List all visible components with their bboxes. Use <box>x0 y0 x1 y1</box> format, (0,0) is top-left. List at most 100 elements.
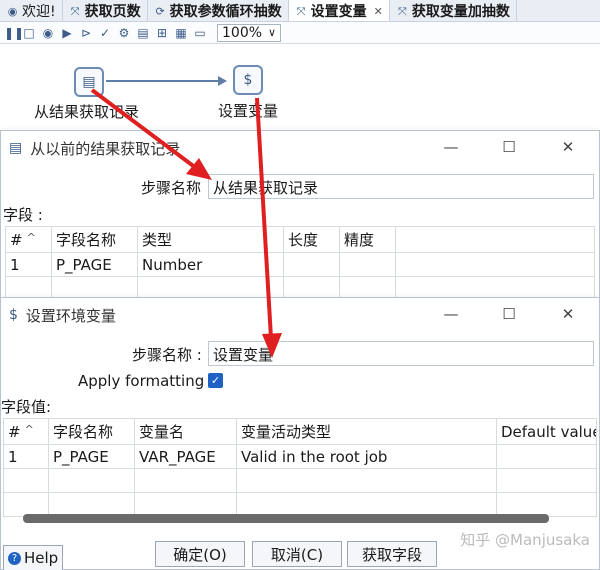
table-row[interactable]: 1 P_PAGE Number <box>5 252 595 277</box>
step-name-input[interactable]: 设置变量 <box>208 341 594 366</box>
tab-get-variables[interactable]: ⤧ 获取变量加抽数 <box>390 0 517 21</box>
step-name-label: 步骤名称 : <box>132 346 202 364</box>
ok-button[interactable]: 确定(O) <box>155 541 245 567</box>
minimize-icon[interactable]: — <box>441 138 461 156</box>
field-values-table: # ^ 字段名称 变量名 变量活动类型 Default value 1 P_PAG… <box>3 418 597 517</box>
grid-icon[interactable]: ▦ <box>175 26 187 40</box>
table-cell <box>395 252 595 277</box>
chevron-down-icon: ∨ <box>268 26 277 39</box>
column-header[interactable]: Default value <box>496 418 597 445</box>
table-row[interactable] <box>3 492 597 517</box>
minimize-icon[interactable]: — <box>441 305 461 323</box>
pause-icon[interactable]: ❚❚ <box>4 26 24 40</box>
column-header[interactable]: # ^ <box>5 226 52 253</box>
transformation-icon: ⤧ <box>296 4 306 18</box>
table-cell[interactable]: 1 <box>5 252 52 277</box>
replay-icon[interactable]: ⊳ <box>80 26 92 40</box>
dialog-title: 设置环境变量 <box>25 306 116 325</box>
table-icon: ▤ <box>9 140 23 156</box>
table-cell[interactable]: 1 <box>3 444 49 469</box>
dialog-title: 从以前的结果获取记录 <box>30 139 181 158</box>
table-cell[interactable]: P_PAGE <box>48 444 135 469</box>
table-cell[interactable] <box>3 492 49 517</box>
tab-param-loop[interactable]: ⟳ 获取参数循环抽数 <box>148 0 289 21</box>
column-header[interactable]: 字段名称 <box>51 226 138 253</box>
sort-icon: ^ <box>26 230 36 244</box>
dollar-icon: $ <box>9 307 18 323</box>
close-icon[interactable]: ✕ <box>558 138 578 156</box>
help-button[interactable]: ? Help <box>3 545 64 570</box>
fields-table: # ^ 字段名称 类型 长度 精度 1 P_PAGE Number <box>5 226 595 301</box>
debug-icon[interactable]: ▶ <box>61 26 73 40</box>
column-header[interactable]: 变量活动类型 <box>236 418 497 445</box>
table-cell[interactable] <box>496 444 597 469</box>
tab-get-pages[interactable]: ⤧ 获取页数 <box>63 0 148 21</box>
step-set-variables[interactable]: $ <box>233 65 263 95</box>
table-cell[interactable]: Valid in the root job <box>236 444 497 469</box>
maximize-icon[interactable]: ☐ <box>499 305 519 323</box>
transformation-canvas[interactable]: ▤ 从结果获取记录 $ 设置变量 <box>0 45 600 135</box>
column-header[interactable]: 精度 <box>339 226 396 253</box>
close-icon[interactable]: ✕ <box>558 305 578 323</box>
get-fields-button[interactable]: 获取字段 <box>347 541 437 567</box>
step-name-input[interactable]: 从结果获取记录 <box>208 174 594 199</box>
close-icon[interactable]: ✕ <box>374 5 383 18</box>
column-header[interactable]: # ^ <box>3 418 49 445</box>
zoom-select[interactable]: 100% ∨ <box>217 23 282 42</box>
table-header: # ^ 字段名称 类型 长度 精度 <box>5 226 595 253</box>
table-cell[interactable]: P_PAGE <box>51 252 138 277</box>
table-cell[interactable] <box>236 468 497 493</box>
column-header[interactable]: 字段名称 <box>48 418 135 445</box>
table-cell[interactable] <box>339 252 396 277</box>
step-label: 设置变量 <box>218 102 279 120</box>
step-label: 从结果获取记录 <box>34 103 140 121</box>
table-row[interactable] <box>3 468 597 493</box>
maximize-icon[interactable]: ☐ <box>499 138 519 156</box>
column-header-filler <box>395 226 595 253</box>
hop-arrow-icon <box>218 76 227 86</box>
table-cell[interactable] <box>134 468 237 493</box>
toolbar: ❚❚ □ ◉ ▶ ⊳ ✓ ⚙ ▤ ⊞ ▦ ▭ 100% ∨ <box>0 22 600 44</box>
job-icon: ⟳ <box>155 4 165 18</box>
field-values-label: 字段值: <box>1 398 52 416</box>
table-cell[interactable]: VAR_PAGE <box>134 444 237 469</box>
table-cell[interactable] <box>496 468 597 493</box>
apply-formatting-checkbox[interactable]: ✓ <box>208 373 223 388</box>
table-cell[interactable] <box>496 492 597 517</box>
table-cell[interactable] <box>48 468 135 493</box>
table-cell[interactable] <box>48 492 135 517</box>
cancel-button[interactable]: 取消(C) <box>252 541 342 567</box>
table-cell[interactable] <box>236 492 497 517</box>
dialog-get-rows-from-result: ▤ 从以前的结果获取记录 — ☐ ✕ 步骤名称 从结果获取记录 字段 : # ^ … <box>0 130 600 310</box>
dollar-icon: $ <box>243 72 253 88</box>
stop-icon[interactable]: □ <box>23 26 35 40</box>
step-get-rows-from-result[interactable]: ▤ <box>74 67 104 97</box>
align-icon[interactable]: ▭ <box>194 26 206 40</box>
fields-label: 字段 : <box>3 206 43 224</box>
hop-line[interactable] <box>106 80 218 82</box>
watermark: 知乎 @Manjusaka <box>460 531 590 549</box>
table-cell[interactable] <box>3 468 49 493</box>
explore-icon[interactable]: ⊞ <box>156 26 168 40</box>
table-row[interactable]: 1 P_PAGE VAR_PAGE Valid in the root job <box>3 444 597 469</box>
preview-icon[interactable]: ◉ <box>42 26 54 40</box>
column-header[interactable]: 类型 <box>137 226 284 253</box>
transformation-icon: ⤧ <box>70 4 80 18</box>
transformation-icon: ⤧ <box>397 4 407 18</box>
tab-strip: ◉ 欢迎! ⤧ 获取页数 ⟳ 获取参数循环抽数 ⤧ 设置变量 ✕ ⤧ 获取变量加… <box>0 0 600 22</box>
table-header: # ^ 字段名称 变量名 变量活动类型 Default value <box>3 418 597 445</box>
spoon-icon: ◉ <box>7 4 18 18</box>
table-cell[interactable] <box>283 252 340 277</box>
tab-welcome[interactable]: ◉ 欢迎! <box>0 0 63 21</box>
table-icon: ▤ <box>82 74 96 90</box>
column-header[interactable]: 长度 <box>283 226 340 253</box>
tab-set-variables[interactable]: ⤧ 设置变量 ✕ <box>288 0 390 21</box>
table-cell[interactable]: Number <box>137 252 284 277</box>
column-header[interactable]: 变量名 <box>134 418 237 445</box>
apply-formatting-label: Apply formatting <box>78 372 205 390</box>
sql-icon[interactable]: ▤ <box>137 26 149 40</box>
verify-icon[interactable]: ✓ <box>99 26 111 40</box>
impact-icon[interactable]: ⚙ <box>118 26 130 40</box>
table-cell[interactable] <box>134 492 237 517</box>
horizontal-scrollbar[interactable] <box>23 514 549 523</box>
